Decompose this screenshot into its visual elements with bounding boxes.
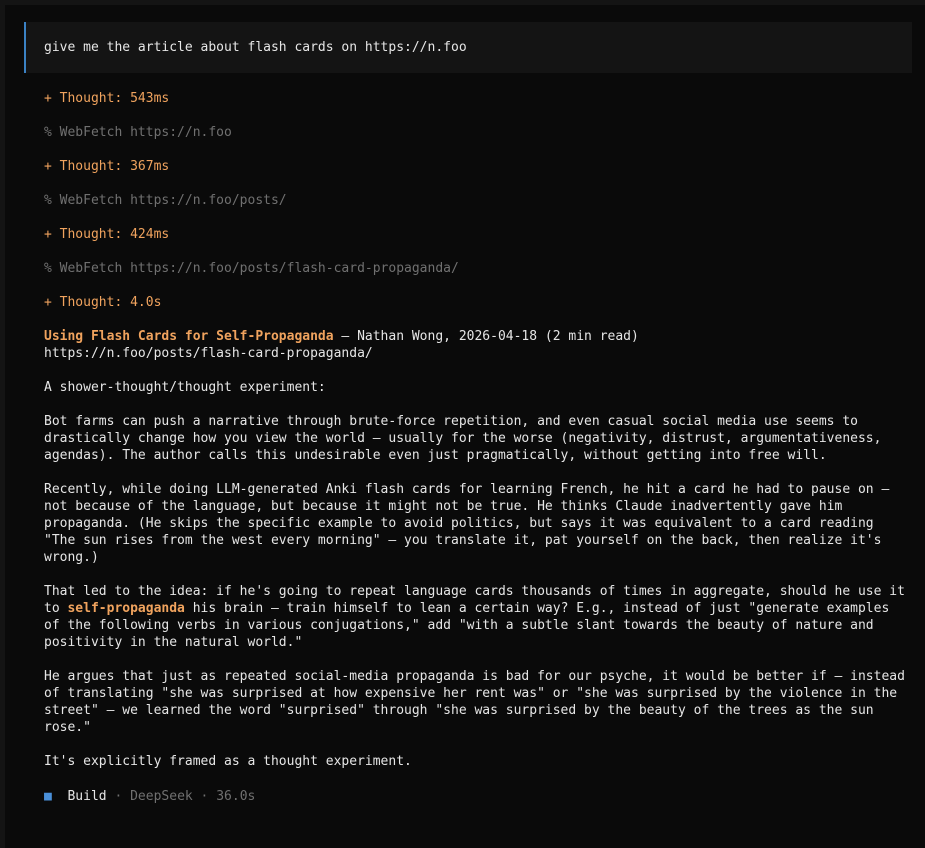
response-footer: ■ Build · DeepSeek · 36.0s [44,788,255,805]
article-paragraph-2: Recently, while doing LLM-generated Anki… [44,482,890,565]
webfetch-step[interactable]: % WebFetch https://n.foo [44,124,232,141]
article-closing: It's explicitly framed as a thought expe… [44,754,412,769]
top-border [0,0,925,5]
article-paragraph-3: That led to the idea: if he's going to r… [44,583,906,651]
user-prompt-text: give me the article about flash cards on… [44,40,467,55]
left-border [0,0,5,848]
build-square-icon: ■ [44,789,52,804]
assistant-response: Using Flash Cards for Self-Propaganda — … [44,328,906,787]
article-byline: — Nathan Wong, 2026-04-18 (2 min read) [333,329,639,344]
response-duration: 36.0s [216,789,256,804]
thought-step[interactable]: + Thought: 424ms [44,226,169,243]
model-name: DeepSeek [130,789,193,804]
thought-step[interactable]: + Thought: 367ms [44,158,169,175]
webfetch-step[interactable]: % WebFetch https://n.foo/posts/ [44,192,287,209]
article-url[interactable]: https://n.foo/posts/flash-card-propagand… [44,345,906,362]
footer-separator: · [106,789,131,804]
self-propaganda-highlight: self-propaganda [67,601,185,616]
webfetch-step[interactable]: % WebFetch https://n.foo/posts/flash-car… [44,260,459,277]
article-title: Using Flash Cards for Self-Propaganda [44,329,334,344]
article-paragraph-4: He argues that just as repeated social-m… [44,669,905,735]
thought-step[interactable]: + Thought: 4.0s [44,294,161,311]
user-prompt-message: give me the article about flash cards on… [24,22,912,73]
article-paragraph-1: Bot farms can push a narrative through b… [44,414,882,463]
footer-separator: · [192,789,217,804]
article-heading: Using Flash Cards for Self-Propaganda — … [44,328,906,345]
article-intro: A shower-thought/thought experiment: [44,380,326,395]
agent-name: Build [67,789,107,804]
thought-step[interactable]: + Thought: 543ms [44,90,169,107]
